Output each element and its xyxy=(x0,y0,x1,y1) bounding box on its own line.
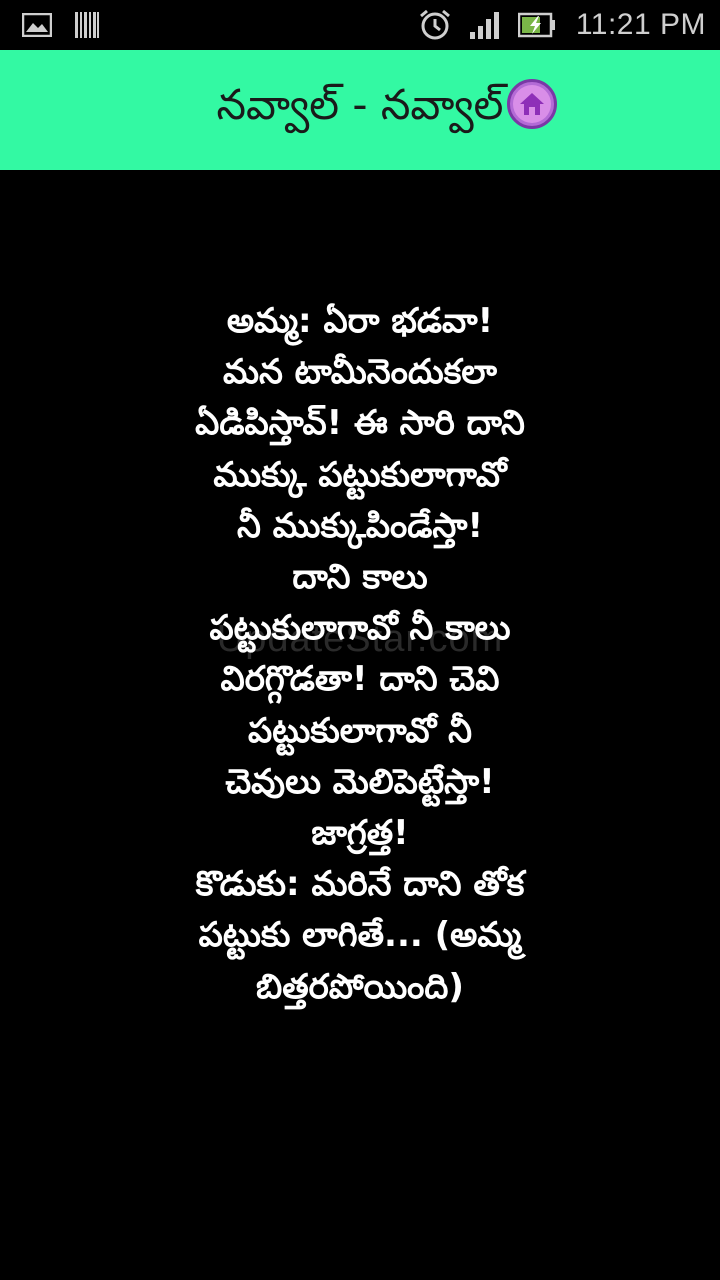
status-right: 11:21 PM xyxy=(418,8,706,42)
joke-line: పట్టుకులాగావో నీ xyxy=(248,710,472,751)
joke-line: చెవులు మెలిపెట్టేస్తా! xyxy=(225,761,495,802)
status-bar: 11:21 PM xyxy=(0,0,720,50)
alarm-icon xyxy=(419,9,450,40)
joke-line: పట్టుకులాగావో నీ కాలు xyxy=(209,608,511,649)
gallery-icon xyxy=(22,13,52,37)
battery-charging-icon xyxy=(517,12,555,38)
joke-line: ఏడిపిస్తావ్! ఈ సారి దాని xyxy=(195,403,525,444)
joke-line: విరగ్గొడతా! దాని చెవి xyxy=(220,659,500,700)
barcode-icon xyxy=(75,12,99,38)
app-title: నవ్వాల్ - నవ్వాల్ xyxy=(216,80,504,129)
status-left xyxy=(22,11,100,39)
joke-line: దాని కాలు xyxy=(292,557,428,598)
joke-line: పట్టుకు లాగితే... (అమ్మ xyxy=(198,915,522,956)
home-button-inner xyxy=(513,85,551,123)
joke-line: నీ ముక్కుపిండేస్తా! xyxy=(237,505,483,546)
joke-line: జాగ్రత్త! xyxy=(311,813,409,854)
joke-line: ముక్కు పట్టుకులాగావో xyxy=(213,454,507,495)
home-icon xyxy=(520,93,544,115)
content-area[interactable]: UpdateStar.com అమ్మ: ఏరా భడవా! మన టామీనె… xyxy=(0,170,720,1280)
status-time: 11:21 PM xyxy=(575,8,706,41)
signal-icon xyxy=(469,12,499,39)
app-bar: నవ్వాల్ - నవ్వాల్ xyxy=(0,50,720,170)
joke-line: మన టామీనెందుకలా xyxy=(223,352,497,393)
joke-line: కొడుకు: మరినే దాని తోక xyxy=(195,864,525,905)
home-button[interactable] xyxy=(507,79,557,129)
joke-text: అమ్మ: ఏరా భడవా! మన టామీనెందుకలా ఏడిపిస్త… xyxy=(60,296,660,1013)
joke-line: బిత్తరపోయింది) xyxy=(256,966,464,1007)
joke-line: అమ్మ: ఏరా భడవా! xyxy=(226,301,494,341)
